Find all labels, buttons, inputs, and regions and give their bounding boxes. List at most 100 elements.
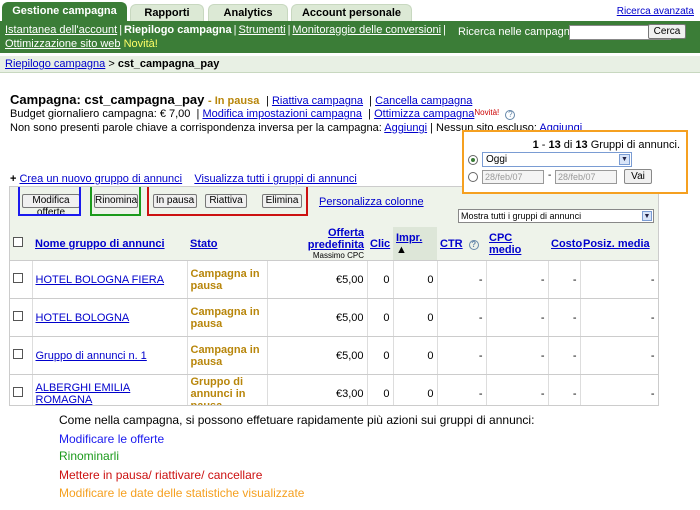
row-checkbox[interactable]: [13, 387, 23, 397]
date-range-panel: 1 - 13 di 13 Gruppi di annunci. Oggi ▼ 2…: [462, 130, 688, 194]
date-range-value: Oggi: [486, 154, 508, 165]
budget-line: Budget giornaliero campagna: € 7,00 | Mo…: [10, 108, 516, 120]
optimize-campaign-link[interactable]: Ottimizza campagna: [374, 108, 474, 120]
column-avg-position[interactable]: Posiz. media: [583, 238, 650, 250]
new-badge: Novità!: [123, 38, 158, 50]
highlight-rename: [90, 187, 141, 216]
subnav-account-snapshot[interactable]: Istantanea dell'account: [5, 24, 117, 36]
breadcrumb-campaign-summary[interactable]: Riepilogo campagna: [5, 58, 105, 70]
caption-pause-resume-delete: Mettere in pausa/ riattivare/ cancellare: [59, 468, 263, 482]
ad-group-bid: €3,00: [267, 374, 368, 405]
ad-group-avg-cpc: -: [486, 260, 549, 299]
caption-date-range: Modificare le date delle statistiche vis…: [59, 486, 305, 500]
ad-group-avg-cpc: -: [486, 336, 549, 375]
ad-group-cost: -: [548, 336, 581, 375]
advanced-search-link[interactable]: Ricerca avanzata: [617, 6, 694, 17]
ad-group-clicks: 0: [367, 260, 394, 299]
ad-groups-table: Nome gruppo di annunci Stato Offerta pre…: [10, 227, 658, 406]
ad-group-bid: €5,00: [267, 298, 368, 337]
ctr-help-icon[interactable]: ?: [468, 239, 479, 250]
ad-group-bid: €5,00: [267, 260, 368, 299]
resume-campaign-link[interactable]: Riattiva campagna: [272, 95, 363, 107]
ad-group-status: Campagna in pausa: [187, 336, 268, 375]
custom-range-radio[interactable]: [468, 172, 478, 182]
ad-group-name-link[interactable]: HOTEL BOLOGNA FIERA: [36, 274, 165, 286]
ad-group-impressions: 0: [393, 374, 438, 405]
search-button[interactable]: Cerca: [648, 24, 686, 39]
chevron-down-icon: ▼: [619, 154, 630, 165]
campaign-name: Campagna: cst_campagna_pay: [10, 92, 205, 107]
tab-rapporti[interactable]: Rapporti: [130, 4, 204, 21]
ad-group-bid: €5,00: [267, 336, 368, 375]
highlight-edit-bids: [18, 187, 81, 216]
ad-group-ctr: -: [437, 374, 487, 405]
date-range-select[interactable]: Oggi ▼: [482, 152, 632, 167]
chevron-down-icon: ▼: [642, 211, 652, 221]
column-ctr[interactable]: CTR: [440, 238, 463, 250]
ad-group-links: + Crea un nuovo gruppo di annunci Visuali…: [10, 173, 357, 185]
column-clicks[interactable]: Clic: [370, 238, 390, 250]
column-cost[interactable]: Costo: [551, 238, 582, 250]
novita-badge: Novità!: [474, 108, 500, 117]
ad-group-impressions: 0: [393, 298, 438, 337]
date-from-field[interactable]: 28/feb/07: [482, 170, 544, 184]
ad-group-name-link[interactable]: ALBERGHI EMILIA ROMAGNA: [36, 382, 131, 406]
column-default-bid[interactable]: Offerta predefinita: [308, 227, 364, 251]
ad-group-avg-position: -: [580, 260, 658, 299]
ad-group-cost: -: [548, 298, 581, 337]
tab-gestione-campagna[interactable]: Gestione campagna: [2, 2, 127, 21]
ad-group-status: Gruppo di annunci in pausa: [187, 374, 268, 405]
ad-group-avg-cpc: -: [486, 298, 549, 337]
delete-campaign-link[interactable]: Cancella campagna: [375, 95, 472, 107]
main-tabs: Gestione campagna Rapporti Analytics Acc…: [0, 0, 700, 21]
column-impressions[interactable]: Impr.: [396, 232, 422, 244]
search-label: Ricerca nelle campagne:: [458, 26, 580, 38]
tab-account-personale[interactable]: Account personale: [291, 4, 412, 21]
help-icon[interactable]: ?: [505, 110, 516, 120]
ad-groups-panel: Modifica offerte Rinomina In pausa Riatt…: [9, 186, 659, 406]
ad-group-name-link[interactable]: HOTEL BOLOGNA: [36, 312, 130, 324]
highlight-pause-resume-delete: [147, 187, 308, 216]
range-preset-radio[interactable]: [468, 155, 478, 165]
column-status[interactable]: Stato: [190, 238, 218, 250]
ad-group-name-link[interactable]: Gruppo di annunci n. 1: [36, 350, 147, 362]
column-name[interactable]: Nome gruppo di annunci: [35, 238, 165, 250]
subnav-website-optimizer[interactable]: Ottimizzazione sito web: [5, 38, 121, 50]
select-all-checkbox[interactable]: [13, 237, 23, 247]
column-avg-cpc[interactable]: CPC medio: [489, 232, 521, 256]
ad-group-ctr: -: [437, 336, 487, 375]
campaign-status: - In pausa: [207, 95, 260, 107]
ad-group-avg-position: -: [580, 298, 658, 337]
caption-edit-bids: Modificare le offerte: [59, 432, 165, 446]
plus-icon: +: [10, 173, 17, 185]
breadcrumb-separator: >: [108, 58, 115, 70]
subnav-campaign-summary[interactable]: Riepilogo campagna: [124, 24, 232, 36]
caption-intro: Come nella campagna, si possono effetuar…: [59, 413, 535, 427]
go-button[interactable]: Vai: [624, 169, 652, 184]
ad-group-impressions: 0: [393, 260, 438, 299]
table-row: HOTEL BOLOGNA Campagna in pausa €5,00 0 …: [10, 298, 658, 337]
add-negative-keywords-link[interactable]: Aggiungi: [384, 122, 427, 134]
ad-group-count: 1 - 13 di 13 Gruppi di annunci.: [532, 139, 680, 151]
customize-columns-link[interactable]: Personalizza colonne: [319, 196, 424, 208]
create-ad-group-link[interactable]: Crea un nuovo gruppo di annunci: [19, 173, 182, 185]
row-checkbox[interactable]: [13, 311, 23, 321]
table-header-row: Nome gruppo di annunci Stato Offerta pre…: [10, 227, 658, 261]
ad-group-filter-select[interactable]: Mostra tutti i gruppi di annunci ▼: [458, 209, 654, 223]
tab-analytics[interactable]: Analytics: [208, 4, 288, 21]
row-checkbox[interactable]: [13, 273, 23, 283]
subnav-tools[interactable]: Strumenti: [238, 24, 285, 36]
page-title: Campagna: cst_campagna_pay - In pausa | …: [10, 92, 473, 107]
row-checkbox[interactable]: [13, 349, 23, 359]
ad-group-filter-value: Mostra tutti i gruppi di annunci: [461, 211, 582, 221]
ad-group-ctr: -: [437, 260, 487, 299]
table-row: HOTEL BOLOGNA FIERA Campagna in pausa €5…: [10, 260, 658, 299]
subnav-conversion-tracking[interactable]: Monitoraggio delle conversioni: [292, 24, 441, 36]
view-all-ad-groups-link[interactable]: Visualizza tutti i gruppi di annunci: [194, 173, 356, 185]
ad-group-avg-position: -: [580, 336, 658, 375]
ad-group-status: Campagna in pausa: [187, 298, 268, 337]
ad-group-clicks: 0: [367, 374, 394, 405]
table-row: Gruppo di annunci n. 1 Campagna in pausa…: [10, 336, 658, 375]
edit-campaign-settings-link[interactable]: Modifica impostazioni campagna: [202, 108, 362, 120]
date-to-field[interactable]: 28/feb/07: [555, 170, 617, 184]
